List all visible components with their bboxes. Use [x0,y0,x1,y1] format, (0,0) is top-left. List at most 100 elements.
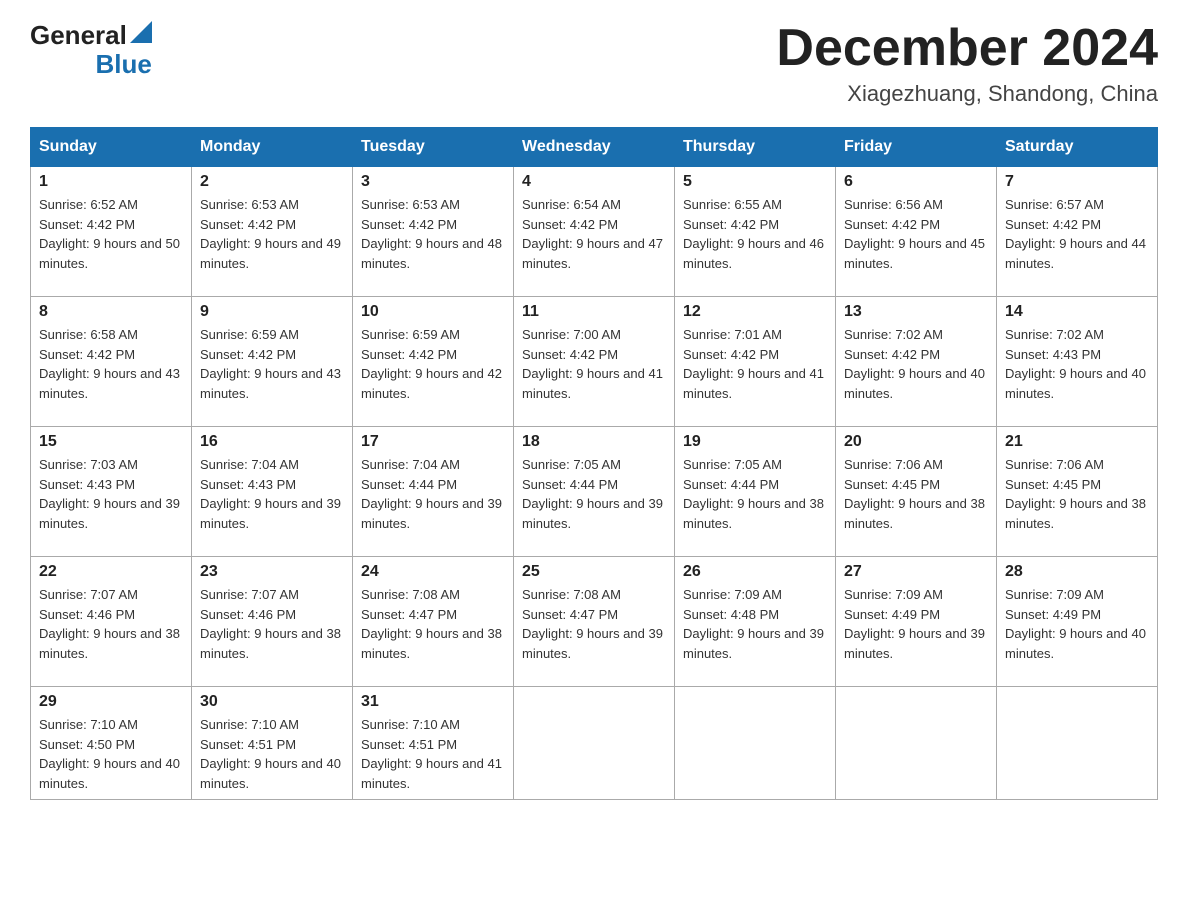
daylight-label: Daylight: [683,496,737,511]
sunrise-label: Sunrise: [361,457,412,472]
day-info: Sunrise: 7:09 AM Sunset: 4:49 PM Dayligh… [844,585,988,663]
sunrise-label: Sunrise: [1005,327,1056,342]
day-info: Sunrise: 6:55 AM Sunset: 4:42 PM Dayligh… [683,195,827,273]
sunrise-label: Sunrise: [39,327,90,342]
day-number: 15 [39,433,183,451]
sunrise-value: 6:54 AM [573,197,621,212]
sunset-label: Sunset: [39,477,87,492]
day-number: 17 [361,433,505,451]
calendar-cell: 16 Sunrise: 7:04 AM Sunset: 4:43 PM Dayl… [192,427,353,557]
sunset-value: 4:51 PM [409,737,457,752]
sunrise-value: 6:59 AM [412,327,460,342]
day-number: 20 [844,433,988,451]
sunrise-value: 7:08 AM [573,587,621,602]
day-info: Sunrise: 7:02 AM Sunset: 4:42 PM Dayligh… [844,325,988,403]
sunrise-label: Sunrise: [361,587,412,602]
calendar-cell: 15 Sunrise: 7:03 AM Sunset: 4:43 PM Dayl… [31,427,192,557]
sunrise-value: 6:53 AM [412,197,460,212]
day-info: Sunrise: 7:06 AM Sunset: 4:45 PM Dayligh… [844,455,988,533]
sunset-value: 4:46 PM [87,607,135,622]
day-info: Sunrise: 7:02 AM Sunset: 4:43 PM Dayligh… [1005,325,1149,403]
sunrise-value: 7:08 AM [412,587,460,602]
day-number: 4 [522,173,666,191]
sunrise-label: Sunrise: [844,327,895,342]
day-number: 24 [361,563,505,581]
daylight-label: Daylight: [361,366,415,381]
sunrise-label: Sunrise: [522,197,573,212]
day-number: 25 [522,563,666,581]
sunrise-label: Sunrise: [200,587,251,602]
sunrise-value: 7:06 AM [895,457,943,472]
sunrise-value: 6:59 AM [251,327,299,342]
daylight-label: Daylight: [844,236,898,251]
sunset-label: Sunset: [844,607,892,622]
sunset-value: 4:47 PM [409,607,457,622]
day-number: 12 [683,303,827,321]
daylight-label: Daylight: [844,626,898,641]
sunrise-value: 7:05 AM [734,457,782,472]
daylight-label: Daylight: [200,756,254,771]
daylight-label: Daylight: [361,496,415,511]
sunset-value: 4:42 PM [892,347,940,362]
day-number: 31 [361,693,505,711]
sunset-value: 4:43 PM [248,477,296,492]
daylight-label: Daylight: [361,626,415,641]
calendar-cell [836,687,997,800]
day-info: Sunrise: 7:07 AM Sunset: 4:46 PM Dayligh… [200,585,344,663]
calendar-cell: 12 Sunrise: 7:01 AM Sunset: 4:42 PM Dayl… [675,297,836,427]
sunset-label: Sunset: [200,607,248,622]
day-info: Sunrise: 7:09 AM Sunset: 4:48 PM Dayligh… [683,585,827,663]
day-info: Sunrise: 7:10 AM Sunset: 4:50 PM Dayligh… [39,715,183,793]
sunset-value: 4:44 PM [409,477,457,492]
day-info: Sunrise: 7:04 AM Sunset: 4:44 PM Dayligh… [361,455,505,533]
month-title: December 2024 [776,20,1158,77]
day-number: 22 [39,563,183,581]
sunrise-label: Sunrise: [683,457,734,472]
calendar-cell: 3 Sunrise: 6:53 AM Sunset: 4:42 PM Dayli… [353,167,514,297]
day-info: Sunrise: 7:10 AM Sunset: 4:51 PM Dayligh… [200,715,344,793]
sunset-value: 4:42 PM [1053,217,1101,232]
calendar-cell: 14 Sunrise: 7:02 AM Sunset: 4:43 PM Dayl… [997,297,1158,427]
day-number: 7 [1005,173,1149,191]
sunrise-value: 7:07 AM [90,587,138,602]
sunset-label: Sunset: [683,347,731,362]
sunrise-label: Sunrise: [361,197,412,212]
weekday-header-sunday: Sunday [31,128,192,167]
day-number: 8 [39,303,183,321]
daylight-label: Daylight: [200,626,254,641]
day-number: 9 [200,303,344,321]
sunset-value: 4:51 PM [248,737,296,752]
day-info: Sunrise: 7:00 AM Sunset: 4:42 PM Dayligh… [522,325,666,403]
calendar-cell: 30 Sunrise: 7:10 AM Sunset: 4:51 PM Dayl… [192,687,353,800]
calendar-cell: 26 Sunrise: 7:09 AM Sunset: 4:48 PM Dayl… [675,557,836,687]
daylight-label: Daylight: [361,756,415,771]
sunset-value: 4:43 PM [1053,347,1101,362]
sunrise-value: 7:00 AM [573,327,621,342]
sunset-label: Sunset: [39,347,87,362]
sunrise-label: Sunrise: [1005,457,1056,472]
calendar-cell: 2 Sunrise: 6:53 AM Sunset: 4:42 PM Dayli… [192,167,353,297]
day-number: 11 [522,303,666,321]
weekday-header-wednesday: Wednesday [514,128,675,167]
sunset-value: 4:47 PM [570,607,618,622]
day-number: 3 [361,173,505,191]
sunset-label: Sunset: [200,217,248,232]
weekday-header-tuesday: Tuesday [353,128,514,167]
sunset-value: 4:45 PM [1053,477,1101,492]
weekday-header-row: SundayMondayTuesdayWednesdayThursdayFrid… [31,128,1158,167]
daylight-label: Daylight: [683,366,737,381]
sunrise-value: 7:02 AM [895,327,943,342]
calendar-cell: 28 Sunrise: 7:09 AM Sunset: 4:49 PM Dayl… [997,557,1158,687]
sunset-label: Sunset: [39,607,87,622]
sunset-value: 4:42 PM [570,347,618,362]
calendar-cell: 10 Sunrise: 6:59 AM Sunset: 4:42 PM Dayl… [353,297,514,427]
sunrise-value: 7:02 AM [1056,327,1104,342]
page-header: General Blue December 2024 Xiagezhuang, … [30,20,1158,107]
sunset-label: Sunset: [522,217,570,232]
daylight-label: Daylight: [683,626,737,641]
sunset-label: Sunset: [683,217,731,232]
calendar-cell [514,687,675,800]
sunset-label: Sunset: [200,737,248,752]
sunrise-label: Sunrise: [361,717,412,732]
sunset-value: 4:42 PM [248,217,296,232]
